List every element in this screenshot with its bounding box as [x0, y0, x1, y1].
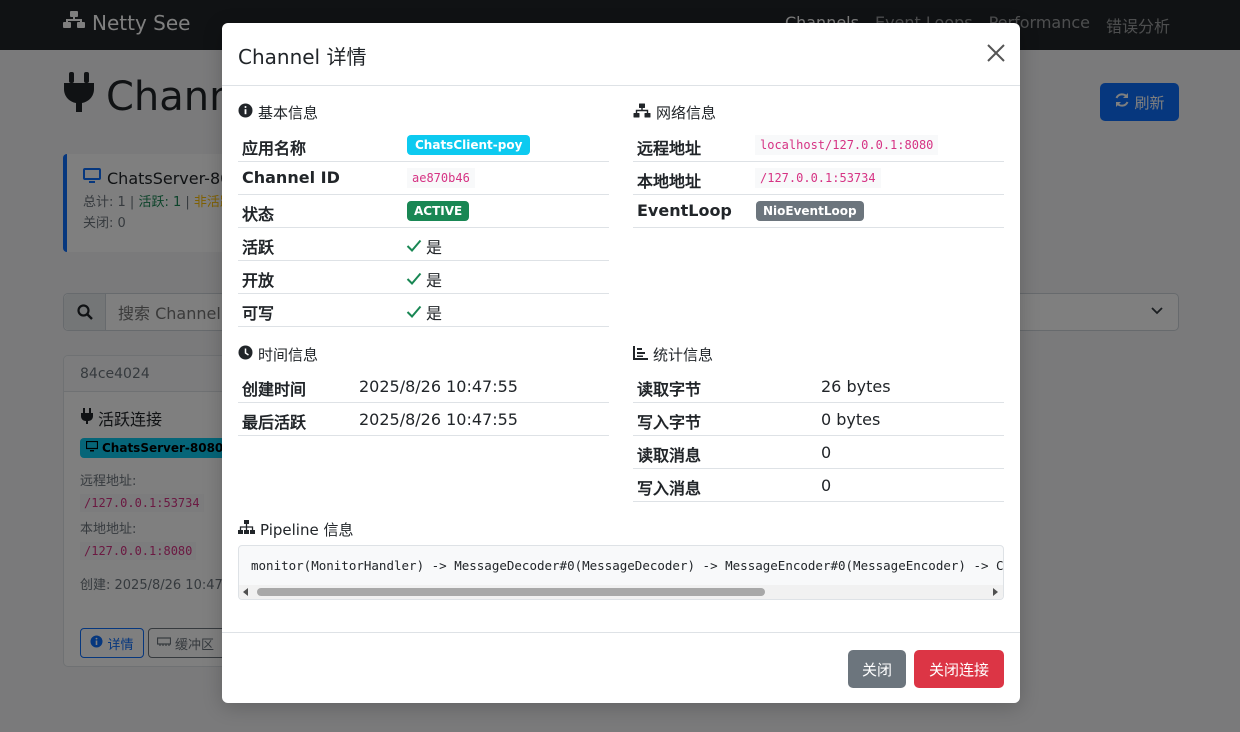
network-info-title-text: 网络信息: [656, 104, 717, 122]
messages-read-key: 读取消息: [637, 446, 702, 465]
table-row: 可写 是: [238, 294, 609, 327]
writable-key: 可写: [242, 304, 275, 323]
local-address-key: 本地地址: [637, 172, 702, 191]
table-row: 写入消息 0: [633, 469, 1004, 502]
scrollbar-thumb[interactable]: [257, 588, 765, 596]
created-time-value: 2025/8/26 10:47:55: [359, 377, 518, 396]
clock-icon: [238, 345, 253, 364]
table-row: 活跃 是: [238, 228, 609, 261]
modal-header: Channel 详情: [222, 23, 1020, 86]
scroll-left-arrow-icon[interactable]: [243, 588, 248, 596]
status-key: 状态: [242, 205, 275, 224]
bytes-written-key: 写入字节: [637, 413, 702, 432]
basic-info-title-text: 基本信息: [258, 104, 319, 122]
channel-details-modal: Channel 详情 基本信息 应用名称 ChatsClient-poy Cha…: [222, 23, 1020, 703]
info-circle-icon: [238, 103, 253, 122]
messages-written-key: 写入消息: [637, 479, 702, 498]
app-name-value-wrap: ChatsClient-poy: [407, 135, 531, 155]
pipeline-title-text: Pipeline 信息: [260, 521, 354, 539]
local-address-value: /127.0.0.1:53734: [755, 168, 881, 188]
bytes-written-value: 0 bytes: [821, 410, 881, 429]
active-key: 活跃: [242, 238, 275, 257]
open-value: 是: [426, 271, 443, 290]
eventloop-badge: NioEventLoop: [756, 201, 864, 221]
messages-read-value: 0: [821, 443, 832, 462]
modal-title: Channel 详情: [238, 45, 367, 69]
stats-info-title-text: 统计信息: [653, 346, 714, 364]
sitemap-icon: [238, 520, 255, 539]
eventloop-key: EventLoop: [637, 201, 732, 220]
bytes-read-value: 26 bytes: [821, 377, 891, 396]
check-icon: [406, 237, 422, 256]
open-value-wrap: 是: [406, 267, 442, 291]
table-row: 读取字节 26 bytes: [633, 370, 1004, 403]
list-ordered-icon: [633, 345, 648, 364]
pipeline-text: monitor(MonitorHandler) -> MessageDecode…: [251, 558, 1004, 573]
time-info-title-text: 时间信息: [258, 346, 319, 364]
writable-value: 是: [426, 304, 443, 323]
time-info-table: 创建时间 2025/8/26 10:47:55 最后活跃 2025/8/26 1…: [238, 370, 609, 436]
network-info-table: 远程地址 localhost/127.0.0.1:8080 本地地址 /127.…: [633, 129, 1004, 228]
pipeline-code-box[interactable]: monitor(MonitorHandler) -> MessageDecode…: [238, 545, 1004, 600]
time-info-title: 时间信息: [238, 344, 318, 365]
local-address-value-wrap: /127.0.0.1:53734: [755, 168, 881, 188]
table-row: 读取消息 0: [633, 436, 1004, 469]
app-name-key: 应用名称: [242, 139, 307, 158]
remote-address-key: 远程地址: [637, 139, 702, 158]
table-row: 写入字节 0 bytes: [633, 403, 1004, 436]
check-icon: [406, 303, 422, 322]
status-value-wrap: ACTIVE: [407, 201, 470, 221]
close-button[interactable]: 关闭: [848, 650, 906, 688]
created-time-key: 创建时间: [242, 380, 307, 399]
channel-id-value: ae870b46: [407, 168, 475, 188]
basic-info-table: 应用名称 ChatsClient-poy Channel ID ae870b46…: [238, 129, 609, 327]
remote-address-value-wrap: localhost/127.0.0.1:8080: [755, 135, 939, 155]
close-connection-button[interactable]: 关闭连接: [914, 650, 1004, 688]
stats-info-table: 读取字节 26 bytes 写入字节 0 bytes 读取消息 0 写入消息 0: [633, 370, 1004, 502]
status-badge: ACTIVE: [407, 201, 470, 221]
active-value-wrap: 是: [406, 234, 442, 258]
horizontal-scrollbar[interactable]: [239, 585, 1003, 599]
writable-value-wrap: 是: [406, 300, 442, 324]
table-row: 创建时间 2025/8/26 10:47:55: [238, 370, 609, 403]
channel-id-value-wrap: ae870b46: [407, 168, 475, 188]
network-icon: [633, 103, 651, 122]
network-info-title: 网络信息: [633, 102, 716, 123]
modal-footer: 关闭 关闭连接: [222, 632, 1020, 703]
channel-id-key: Channel ID: [242, 168, 340, 187]
table-row: 本地地址 /127.0.0.1:53734: [633, 162, 1004, 195]
close-icon[interactable]: [986, 43, 1006, 63]
app-name-badge: ChatsClient-poy: [407, 135, 531, 155]
check-icon: [406, 270, 422, 289]
pipeline-title: Pipeline 信息: [238, 519, 353, 540]
table-row: 状态 ACTIVE: [238, 195, 609, 228]
eventloop-value-wrap: NioEventLoop: [756, 201, 864, 221]
basic-info-title: 基本信息: [238, 102, 318, 123]
last-active-key: 最后活跃: [242, 413, 307, 432]
table-row: 应用名称 ChatsClient-poy: [238, 129, 609, 162]
table-row: 开放 是: [238, 261, 609, 294]
remote-address-value: localhost/127.0.0.1:8080: [755, 135, 939, 155]
open-key: 开放: [242, 271, 275, 290]
table-row: 最后活跃 2025/8/26 10:47:55: [238, 403, 609, 436]
bytes-read-key: 读取字节: [637, 380, 702, 399]
scroll-right-arrow-icon[interactable]: [993, 588, 998, 596]
stats-info-title: 统计信息: [633, 344, 713, 365]
table-row: EventLoop NioEventLoop: [633, 195, 1004, 228]
messages-written-value: 0: [821, 476, 832, 495]
last-active-value: 2025/8/26 10:47:55: [359, 410, 518, 429]
active-value: 是: [426, 238, 443, 257]
table-row: 远程地址 localhost/127.0.0.1:8080: [633, 129, 1004, 162]
table-row: Channel ID ae870b46: [238, 162, 609, 195]
